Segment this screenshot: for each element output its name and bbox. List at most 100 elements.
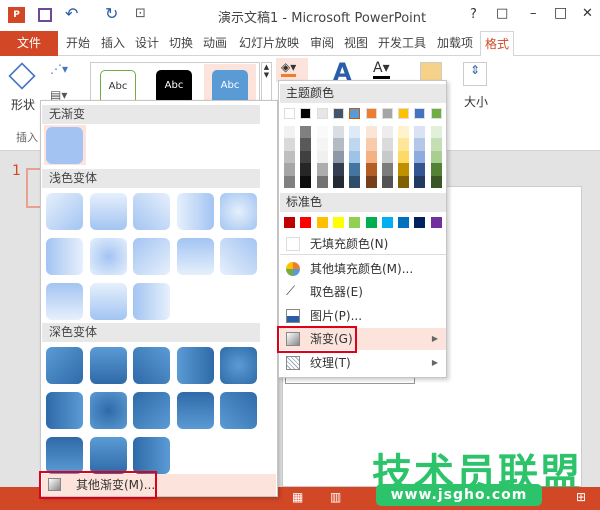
gradient-variation-swatch[interactable] <box>176 347 214 384</box>
standard-color-swatch[interactable] <box>300 217 312 228</box>
gradient-variation-swatch[interactable] <box>133 193 170 230</box>
minimize-button[interactable]: – <box>530 6 537 21</box>
theme-shade-swatch[interactable] <box>365 150 377 164</box>
theme-shade-swatch[interactable] <box>398 175 410 188</box>
gradient-variation-swatch[interactable] <box>46 392 83 429</box>
texture-item[interactable]: 纹理(T) ▶ <box>280 352 446 374</box>
gradient-variation-swatch[interactable] <box>46 347 83 384</box>
tab-addins[interactable]: 加载项 <box>433 31 477 56</box>
no-fill-item[interactable]: 无填充颜色(N) <box>280 233 446 255</box>
theme-color-swatch[interactable] <box>349 108 361 119</box>
theme-shade-swatch[interactable] <box>414 175 426 188</box>
theme-color-swatch[interactable] <box>332 108 344 119</box>
theme-color-swatch[interactable] <box>381 108 393 119</box>
tab-home[interactable]: 开始 <box>62 31 94 56</box>
tab-file[interactable]: 文件 <box>0 31 58 56</box>
theme-shade-swatch[interactable] <box>381 138 393 151</box>
ribbon-display-button[interactable]: □ <box>496 6 508 21</box>
theme-shade-swatch[interactable] <box>332 150 344 164</box>
gradient-variation-swatch[interactable] <box>220 392 257 429</box>
theme-shade-swatch[interactable] <box>349 126 361 139</box>
help-button[interactable]: ? <box>470 7 477 22</box>
theme-shade-swatch[interactable] <box>430 163 442 176</box>
gradient-variation-swatch[interactable] <box>176 193 214 230</box>
gradient-variation-swatch[interactable] <box>89 437 127 474</box>
theme-shade-swatch[interactable] <box>381 150 393 164</box>
theme-shade-swatch[interactable] <box>398 126 410 139</box>
gradient-variation-swatch[interactable] <box>133 437 170 474</box>
gradient-variation-swatch[interactable] <box>46 238 83 275</box>
slide-thumbnail[interactable] <box>26 168 40 208</box>
standard-color-swatch[interactable] <box>398 217 410 228</box>
theme-shade-swatch[interactable] <box>365 175 377 188</box>
tab-review[interactable]: 审阅 <box>306 31 338 56</box>
redo-icon[interactable]: ↻ <box>105 4 118 23</box>
style-sample-1[interactable]: Abc <box>100 70 136 104</box>
theme-shade-swatch[interactable] <box>349 163 361 176</box>
standard-color-swatch[interactable] <box>316 217 328 228</box>
theme-shade-swatch[interactable] <box>332 126 344 139</box>
gradient-variation-swatch[interactable] <box>46 437 83 474</box>
theme-color-swatch[interactable] <box>284 108 295 119</box>
standard-color-swatch[interactable] <box>332 217 344 228</box>
theme-shade-swatch[interactable] <box>284 163 295 176</box>
gradient-variation-swatch[interactable] <box>220 347 257 384</box>
gradient-variation-swatch[interactable] <box>176 392 214 429</box>
theme-shade-swatch[interactable] <box>414 150 426 164</box>
theme-shade-swatch[interactable] <box>430 150 442 164</box>
standard-color-swatch[interactable] <box>414 217 426 228</box>
standard-color-swatch[interactable] <box>430 217 442 228</box>
theme-shade-swatch[interactable] <box>300 138 312 151</box>
theme-color-swatch[interactable] <box>300 108 312 119</box>
tab-design[interactable]: 设计 <box>131 31 163 56</box>
fit-slide-icon[interactable]: ⊞ <box>576 490 586 504</box>
normal-view-icon[interactable]: ▦ <box>292 490 303 504</box>
gradient-variation-swatch[interactable] <box>133 392 170 429</box>
theme-shade-swatch[interactable] <box>349 175 361 188</box>
theme-shade-swatch[interactable] <box>332 163 344 176</box>
theme-shade-swatch[interactable] <box>414 126 426 139</box>
picture-fill-item[interactable]: 图片(P)... <box>280 305 446 327</box>
theme-shade-swatch[interactable] <box>284 138 295 151</box>
theme-shade-swatch[interactable] <box>365 126 377 139</box>
gradient-variation-swatch[interactable] <box>220 238 257 275</box>
standard-color-swatch[interactable] <box>381 217 393 228</box>
gradient-variation-swatch[interactable] <box>133 347 170 384</box>
tab-view[interactable]: 视图 <box>340 31 372 56</box>
theme-shade-swatch[interactable] <box>430 126 442 139</box>
tab-transitions[interactable]: 切换 <box>165 31 197 56</box>
theme-shade-swatch[interactable] <box>332 138 344 151</box>
theme-shade-swatch[interactable] <box>398 163 410 176</box>
gradient-variation-swatch[interactable] <box>89 347 127 384</box>
theme-shade-swatch[interactable] <box>381 175 393 188</box>
theme-shade-swatch[interactable] <box>284 126 295 139</box>
theme-shade-swatch[interactable] <box>316 150 328 164</box>
theme-color-swatch[interactable] <box>398 108 410 119</box>
theme-shade-swatch[interactable] <box>300 126 312 139</box>
theme-shade-swatch[interactable] <box>365 163 377 176</box>
gradient-variation-swatch[interactable] <box>46 283 83 320</box>
size-icon[interactable]: ⇕ <box>463 62 487 86</box>
theme-shade-swatch[interactable] <box>284 150 295 164</box>
theme-shade-swatch[interactable] <box>430 175 442 188</box>
gradient-variation-swatch[interactable] <box>176 238 214 275</box>
theme-shade-swatch[interactable] <box>316 138 328 151</box>
tab-developer[interactable]: 开发工具 <box>374 31 430 56</box>
gradient-variation-swatch[interactable] <box>220 193 257 230</box>
theme-shade-swatch[interactable] <box>349 138 361 151</box>
text-outline-icon[interactable]: A▾ <box>373 60 390 79</box>
size-label[interactable]: 大小 <box>464 93 488 110</box>
theme-color-swatch[interactable] <box>365 108 377 119</box>
gradient-variation-swatch[interactable] <box>89 392 127 429</box>
shapes-label[interactable]: 形状 <box>11 96 35 113</box>
theme-shade-swatch[interactable] <box>300 150 312 164</box>
tab-animations[interactable]: 动画 <box>199 31 231 56</box>
maximize-button[interactable]: □ <box>554 5 567 21</box>
theme-color-swatch[interactable] <box>414 108 426 119</box>
theme-shade-swatch[interactable] <box>316 175 328 188</box>
theme-shade-swatch[interactable] <box>414 163 426 176</box>
theme-shade-swatch[interactable] <box>349 150 361 164</box>
theme-shade-swatch[interactable] <box>381 126 393 139</box>
close-button[interactable]: ✕ <box>582 6 593 21</box>
theme-shade-swatch[interactable] <box>414 138 426 151</box>
